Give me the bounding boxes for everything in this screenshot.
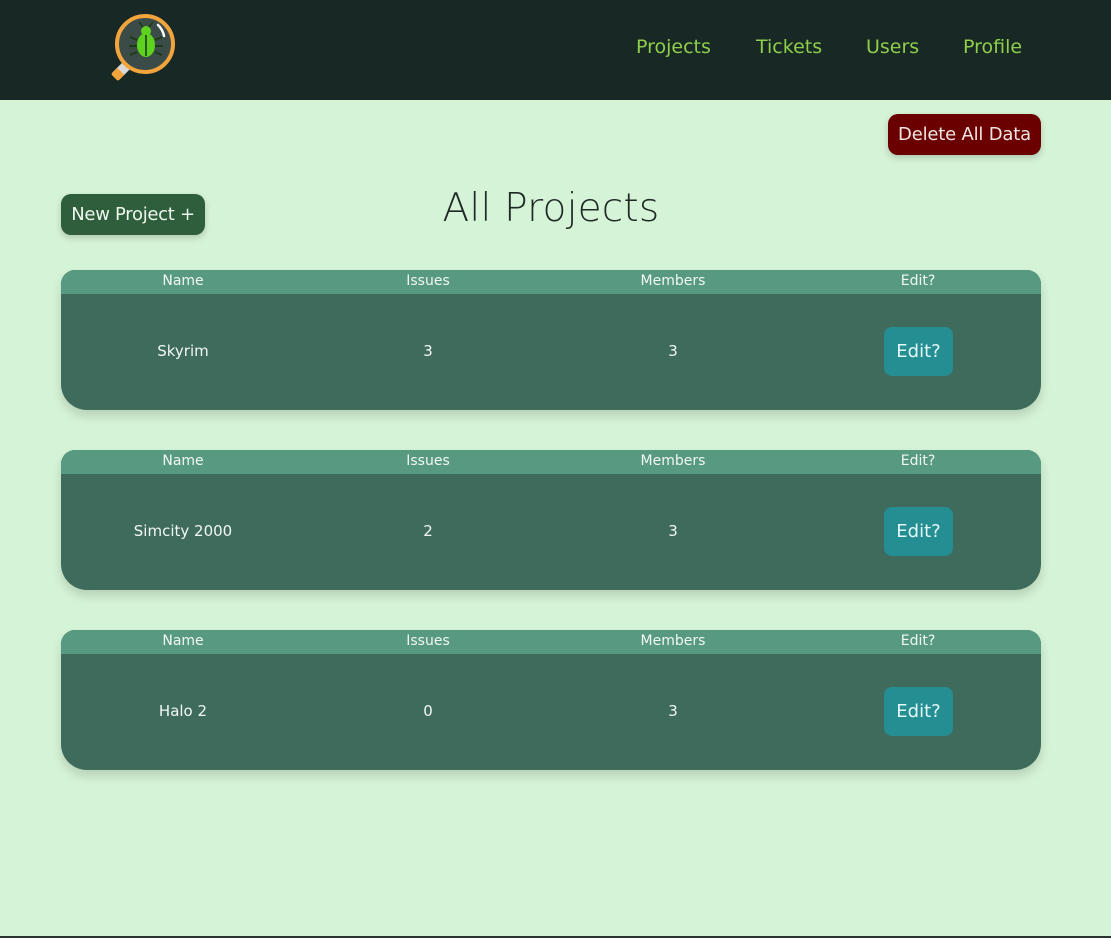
project-issues-count: 0	[423, 702, 433, 720]
nav-link-users[interactable]: Users	[866, 36, 919, 58]
edit-project-button[interactable]: Edit?	[884, 327, 953, 376]
project-card: Name Issues Members Edit? Halo 2 0 3 Edi…	[61, 630, 1041, 770]
project-card-header: Name Issues Members Edit?	[61, 270, 1041, 294]
edit-project-button[interactable]: Edit?	[884, 687, 953, 736]
page-title: All Projects	[442, 186, 660, 231]
project-card-header: Name Issues Members Edit?	[61, 450, 1041, 474]
delete-all-data-button[interactable]: Delete All Data	[888, 114, 1041, 155]
project-name: Skyrim	[157, 342, 209, 360]
nav-link-profile[interactable]: Profile	[963, 36, 1022, 58]
column-header-members: Members	[640, 633, 706, 649]
project-card: Name Issues Members Edit? Skyrim 3 3 Edi…	[61, 270, 1041, 410]
project-members-count: 3	[668, 702, 678, 720]
column-header-edit: Edit?	[900, 273, 936, 289]
project-name: Halo 2	[158, 702, 208, 720]
main-nav: Projects Tickets Users Profile	[0, 36, 1111, 64]
edit-project-button[interactable]: Edit?	[884, 507, 953, 556]
column-header-issues: Issues	[406, 633, 450, 649]
column-header-members: Members	[640, 453, 706, 469]
project-issues-count: 3	[423, 342, 433, 360]
project-members-count: 3	[668, 342, 678, 360]
project-members-count: 3	[668, 522, 678, 540]
nav-link-tickets[interactable]: Tickets	[756, 36, 822, 58]
project-card: Name Issues Members Edit? Simcity 2000 2…	[61, 450, 1041, 590]
project-card-header: Name Issues Members Edit?	[61, 630, 1041, 654]
column-header-name: Name	[162, 453, 204, 469]
column-header-name: Name	[162, 273, 204, 289]
column-header-issues: Issues	[406, 273, 450, 289]
top-navigation-bar: Projects Tickets Users Profile	[0, 0, 1111, 100]
column-header-edit: Edit?	[900, 453, 936, 469]
project-issues-count: 2	[423, 522, 433, 540]
column-header-edit: Edit?	[900, 633, 936, 649]
project-name: Simcity 2000	[133, 522, 233, 540]
nav-link-projects[interactable]: Projects	[636, 36, 711, 58]
column-header-issues: Issues	[406, 453, 450, 469]
column-header-name: Name	[162, 633, 204, 649]
column-header-members: Members	[640, 273, 706, 289]
